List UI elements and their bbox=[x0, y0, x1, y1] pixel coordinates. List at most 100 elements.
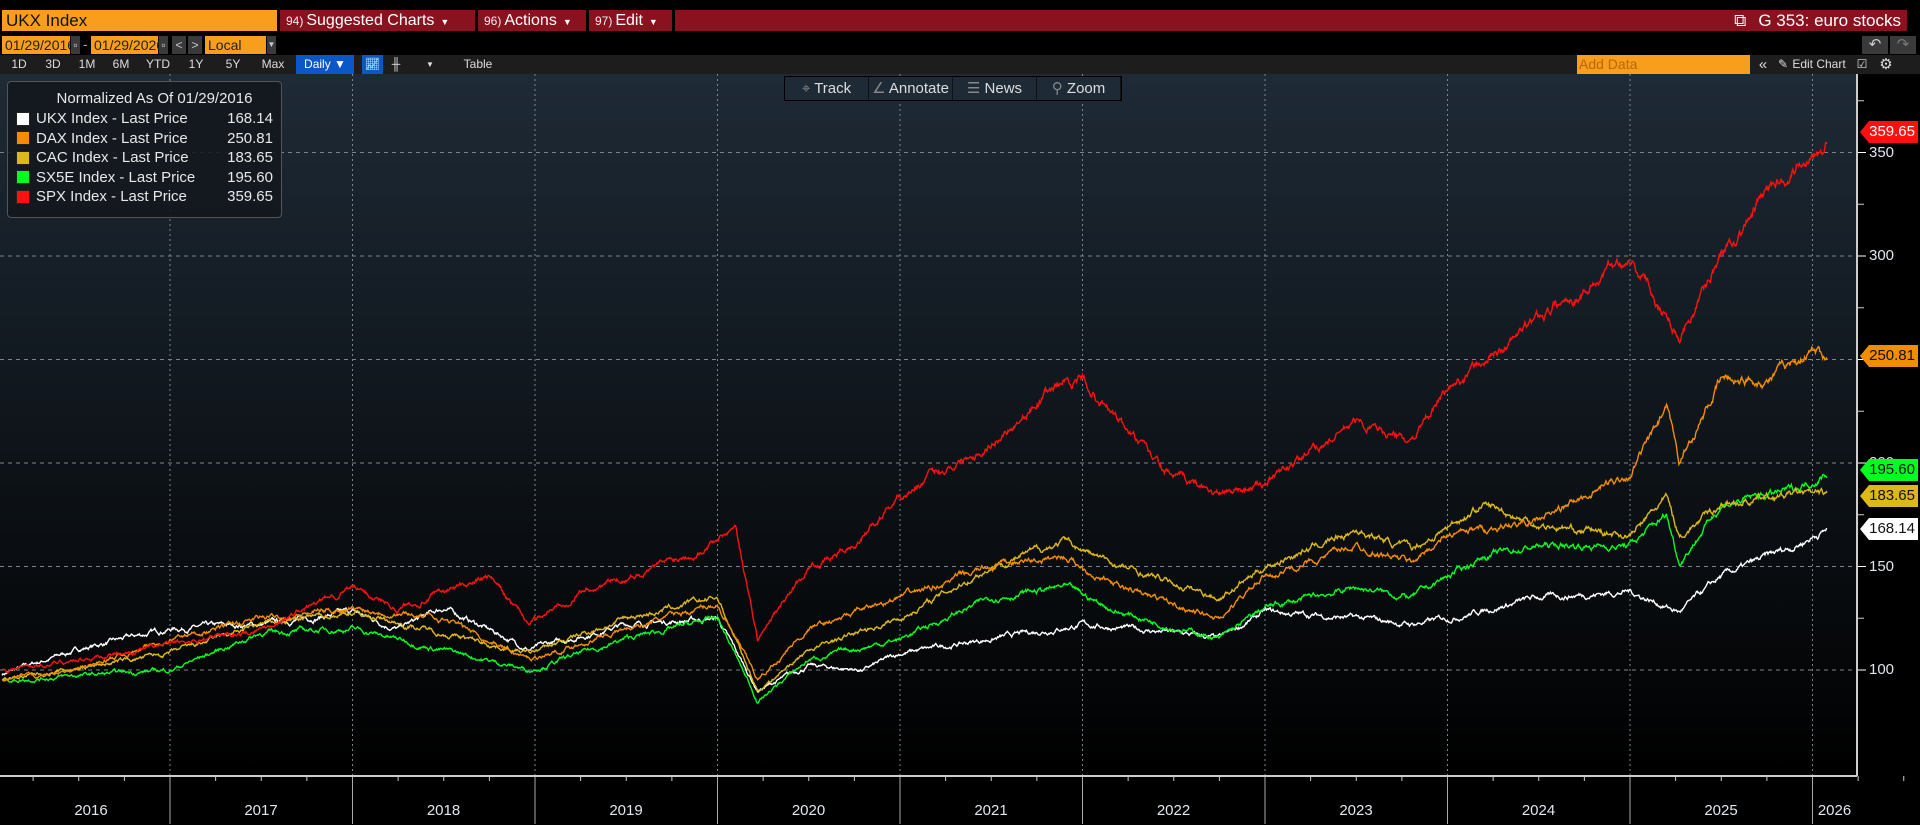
x-tick-label: 2023 bbox=[1339, 802, 1373, 819]
chart-tools-bar: ⌖ Track ∠ Annotate ☰ News ⚲ Zoom bbox=[784, 76, 1122, 101]
x-tick-label: 2017 bbox=[244, 802, 278, 819]
news-icon: ☰ bbox=[966, 80, 985, 97]
magnifier-icon: ⚲ bbox=[1051, 80, 1067, 97]
actions-label: Actions bbox=[504, 12, 557, 29]
end-date-input[interactable]: 01/29/2026 bbox=[91, 36, 164, 54]
next-period-button[interactable]: > bbox=[188, 36, 202, 54]
last-value-tag-ukx: 168.14 bbox=[1860, 518, 1918, 540]
page-title: G 353: euro stocks bbox=[1758, 11, 1901, 30]
news-label: News bbox=[984, 80, 1023, 97]
y-tick-label: 100 bbox=[1869, 661, 1895, 678]
collapse-button[interactable]: « bbox=[1754, 55, 1772, 74]
x-tick-label: 2026 bbox=[1817, 802, 1852, 819]
last-value-tag-spx: 359.65 bbox=[1860, 121, 1918, 143]
legend-title: Normalized As Of 01/29/2016 bbox=[56, 90, 253, 107]
redo-button[interactable]: ↷ bbox=[1890, 36, 1916, 54]
legend-last-value: 195.60 bbox=[227, 168, 273, 186]
range-max[interactable]: Max bbox=[252, 55, 294, 74]
legend-series-name: CAC Index - Last Price bbox=[36, 149, 189, 167]
legend-item-dax[interactable]: DAX Index - Last Price 250.81 bbox=[16, 129, 273, 149]
crosshair-icon: ⌖ bbox=[801, 80, 815, 97]
chart-type-dropdown-icon[interactable]: ▼ bbox=[420, 55, 440, 74]
legend-series-name: SX5E Index - Last Price bbox=[36, 168, 196, 186]
date-separator: - bbox=[83, 36, 88, 52]
legend-series-name: SPX Index - Last Price bbox=[36, 188, 187, 206]
track-button[interactable]: ⌖ Track bbox=[785, 77, 869, 100]
range-3d[interactable]: 3D bbox=[36, 55, 70, 74]
annotate-button[interactable]: ∠ Annotate bbox=[869, 77, 953, 100]
x-tick-label: 2022 bbox=[1156, 802, 1191, 819]
legend-item-sx5e[interactable]: SX5E Index - Last Price 195.60 bbox=[16, 168, 273, 188]
legend-item-spx[interactable]: SPX Index - Last Price 359.65 bbox=[16, 187, 273, 207]
y-tick-label: 150 bbox=[1869, 557, 1895, 575]
legend-swatch bbox=[16, 131, 30, 146]
y-tick-label: 300 bbox=[1869, 247, 1895, 264]
x-tick-label: 2016 bbox=[74, 802, 108, 819]
checklist-icon[interactable]: ☑ bbox=[1852, 55, 1872, 74]
range-ytd[interactable]: YTD bbox=[138, 55, 178, 74]
x-tick-label: 2018 bbox=[426, 802, 461, 819]
legend-last-value: 359.65 bbox=[227, 188, 273, 206]
popout-icon[interactable]: ⧉ bbox=[1734, 11, 1746, 30]
legend-swatch bbox=[16, 150, 30, 165]
legend-swatch bbox=[16, 189, 30, 204]
legend-last-value: 183.65 bbox=[227, 149, 273, 167]
chart-legend[interactable]: Normalized As Of 01/29/2016 UKX Index - … bbox=[7, 81, 282, 218]
suggested-num: 94) bbox=[286, 14, 304, 28]
edit-button[interactable]: 97) Edit ▼ bbox=[589, 10, 672, 31]
range-6m[interactable]: 6M bbox=[104, 55, 138, 74]
track-label: Track bbox=[814, 80, 852, 97]
caret-down-icon: ▼ bbox=[648, 17, 658, 27]
currency-dropdown-icon[interactable]: ▼ bbox=[267, 36, 276, 54]
zoom-button[interactable]: ⚲ Zoom bbox=[1037, 77, 1121, 100]
start-date-input[interactable]: 01/29/2016 bbox=[2, 36, 75, 54]
chart-plot-area[interactable] bbox=[0, 74, 1920, 825]
add-data-input[interactable]: Add Data bbox=[1577, 55, 1750, 74]
table-button[interactable]: Table bbox=[450, 55, 506, 74]
legend-last-value: 168.14 bbox=[227, 110, 273, 128]
pencil-icon: ✎ bbox=[1777, 57, 1789, 71]
legend-swatch bbox=[16, 111, 30, 126]
legend-series-name: DAX Index - Last Price bbox=[36, 129, 188, 147]
zoom-label: Zoom bbox=[1066, 80, 1106, 97]
last-value-tag-dax: 250.81 bbox=[1860, 345, 1918, 367]
x-tick-label: 2024 bbox=[1521, 802, 1556, 819]
title-bar: ⧉ G 353: euro stocks bbox=[675, 10, 1907, 31]
range-1y[interactable]: 1Y bbox=[178, 55, 214, 74]
last-value-tag-cac: 183.65 bbox=[1860, 485, 1918, 507]
actions-num: 96) bbox=[484, 14, 502, 28]
news-button[interactable]: ☰ News bbox=[953, 77, 1037, 100]
frequency-select[interactable]: Daily ▼ bbox=[296, 55, 354, 74]
currency-select[interactable]: Local CCY bbox=[205, 36, 266, 71]
caret-down-icon: ▼ bbox=[440, 17, 450, 27]
security-input[interactable]: UKX Index bbox=[2, 10, 277, 31]
edit-label: Edit bbox=[615, 12, 643, 29]
edit-num: 97) bbox=[595, 14, 613, 28]
range-1d[interactable]: 1D bbox=[2, 55, 36, 74]
calendar-icon[interactable]: ▫ bbox=[159, 36, 168, 54]
caret-down-icon: ▼ bbox=[562, 17, 572, 27]
x-tick-label: 2025 bbox=[1704, 802, 1738, 819]
legend-swatch bbox=[16, 170, 30, 185]
gear-icon[interactable]: ⚙ bbox=[1876, 55, 1896, 74]
prev-period-button[interactable]: < bbox=[172, 36, 186, 54]
range-1m[interactable]: 1M bbox=[70, 55, 104, 74]
line-chart-icon[interactable]: 📈︎ bbox=[362, 55, 383, 74]
annotate-label: Annotate bbox=[888, 80, 949, 97]
actions-button[interactable]: 96) Actions ▼ bbox=[478, 10, 586, 31]
calendar-icon[interactable]: ▫ bbox=[71, 36, 80, 54]
suggested-label: Suggested Charts bbox=[306, 12, 435, 29]
range-5y[interactable]: 5Y bbox=[214, 55, 252, 74]
bar-chart-icon[interactable]: ╫ bbox=[386, 55, 406, 74]
undo-button[interactable]: ↶ bbox=[1862, 36, 1888, 54]
chart-toolbar: 1D 3D 1M 6M YTD 1Y 5Y Max Daily ▼ 📈︎ ╫ ▼… bbox=[0, 55, 1920, 74]
suggested-charts-button[interactable]: 94) Suggested Charts ▼ bbox=[280, 10, 475, 31]
legend-item-cac[interactable]: CAC Index - Last Price 183.65 bbox=[16, 148, 273, 168]
last-value-tag-sx5e: 195.60 bbox=[1860, 459, 1918, 481]
x-tick-label: 2020 bbox=[791, 802, 826, 819]
legend-series-name: UKX Index - Last Price bbox=[36, 110, 188, 128]
edit-chart-button[interactable]: Edit Chart bbox=[1790, 55, 1848, 74]
legend-item-ukx[interactable]: UKX Index - Last Price 168.14 bbox=[16, 109, 273, 129]
annotate-icon: ∠ bbox=[872, 80, 889, 97]
y-tick-label: 350 bbox=[1869, 143, 1895, 161]
